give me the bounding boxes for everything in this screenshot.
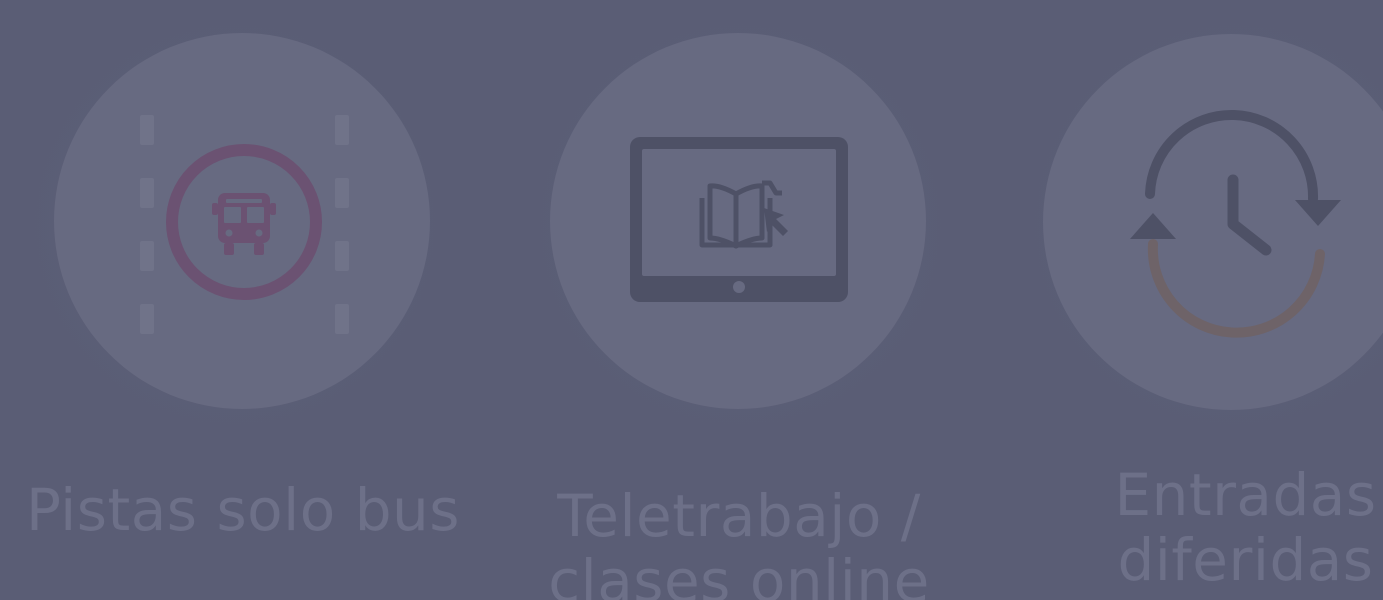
feature-card-bus-lanes: Pistas solo bus [0, 0, 480, 600]
feature-label-line: diferidas [1117, 525, 1374, 594]
feature-card-staggered-entries: Entradas diferidas [980, 0, 1383, 600]
feature-label-line: clases online [548, 546, 930, 600]
feature-label-line: Pistas solo bus [25, 476, 460, 544]
tablet-book-icon [630, 137, 848, 302]
feature-label-line: Teletrabajo / [557, 482, 921, 550]
bus-lane-icon [140, 115, 349, 334]
feature-label-line: Entradas [1114, 461, 1377, 529]
feature-label: Pistas solo bus [0, 478, 486, 543]
clock-cycle-icon [1130, 109, 1341, 338]
feature-label: Entradas diferidas [1103, 463, 1383, 593]
feature-card-remote-work: Teletrabajo / clases online [480, 0, 980, 600]
feature-strip: Pistas solo bus Teletrabajo / clases onl… [0, 0, 1383, 600]
feature-label: Teletrabajo / clases online [480, 484, 998, 600]
